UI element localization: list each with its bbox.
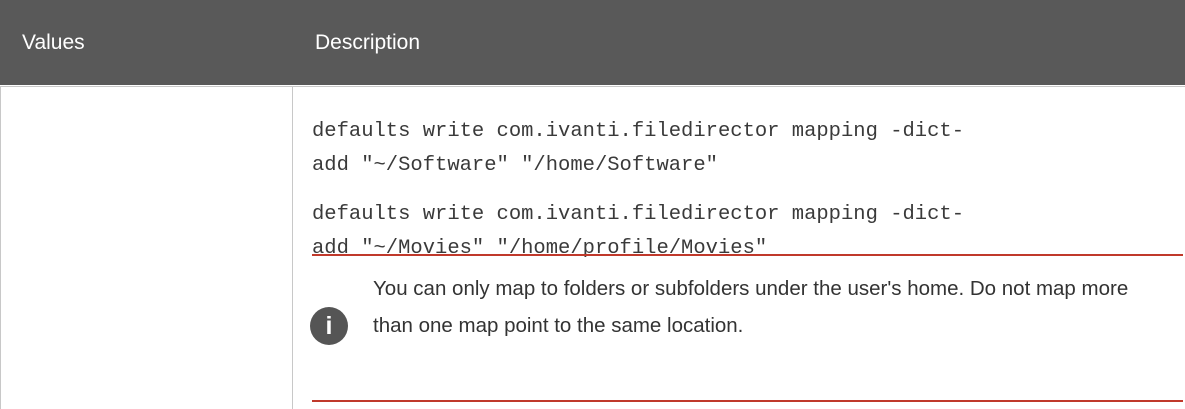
values-description-table: Values Description defaults write com.iv… <box>0 0 1185 409</box>
header-values: Values <box>22 31 85 54</box>
column-divider <box>292 86 293 409</box>
note-top-rule <box>312 254 1183 256</box>
note-text: You can only map to folders or subfolder… <box>373 277 1129 337</box>
left-table-border <box>0 86 1 409</box>
table-header: Values Description <box>0 0 1185 85</box>
info-icon: i <box>310 307 348 345</box>
header-description: Description <box>315 31 421 54</box>
code-example-software: defaults write com.ivanti.filedirector m… <box>312 120 965 177</box>
header-divider <box>0 86 1185 87</box>
note-bottom-rule <box>312 400 1183 402</box>
